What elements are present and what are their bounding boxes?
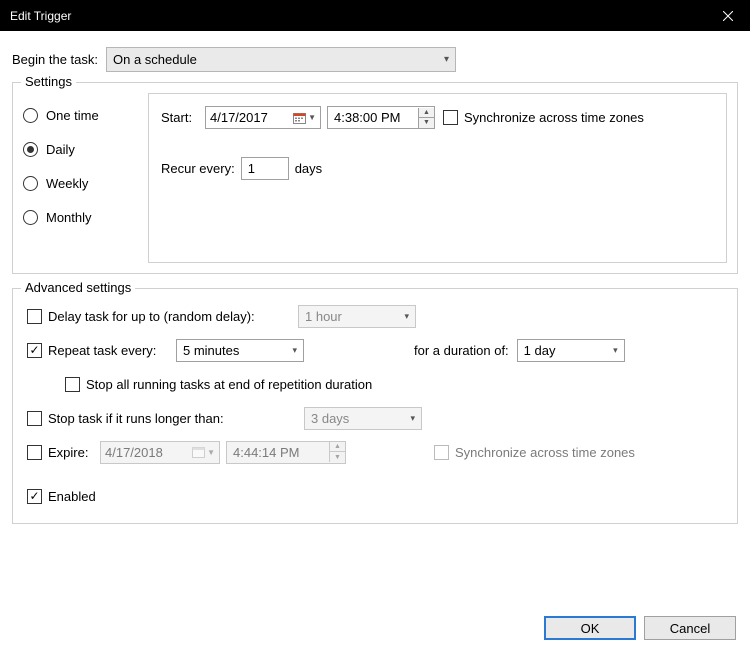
repeat-every-value: 5 minutes (183, 343, 239, 358)
radio-icon (23, 142, 38, 157)
duration-value: 1 day (524, 343, 556, 358)
begin-task-dropdown[interactable]: On a schedule ▾ (106, 47, 456, 72)
ok-button[interactable]: OK (544, 616, 636, 640)
advanced-fieldset: Advanced settings Delay task for up to (… (12, 288, 738, 524)
radio-monthly[interactable]: Monthly (23, 200, 148, 234)
enabled-checkbox[interactable] (27, 489, 42, 504)
expire-date-input: 4/17/2018 ▼ (100, 441, 220, 464)
delay-dropdown: 1 hour ▾ (298, 305, 416, 328)
start-time-value: 4:38:00 PM (334, 110, 401, 125)
radio-daily[interactable]: Daily (23, 132, 148, 166)
duration-dropdown[interactable]: 1 day ▾ (517, 339, 625, 362)
chevron-down-icon: ▾ (410, 413, 415, 424)
radio-label: Daily (46, 142, 75, 157)
expire-date-value: 4/17/2018 (105, 445, 163, 460)
calendar-icon (293, 112, 306, 124)
settings-fieldset: Settings One time Daily Weekly Monthly (12, 82, 738, 274)
radio-icon (23, 108, 38, 123)
close-icon (723, 11, 733, 21)
start-date-value: 4/17/2017 (210, 110, 268, 125)
expire-time-input: 4:44:14 PM ▲ ▼ (226, 441, 346, 464)
settings-legend: Settings (21, 74, 76, 89)
expire-time-value: 4:44:14 PM (233, 445, 300, 460)
window-title: Edit Trigger (10, 9, 705, 23)
radio-label: Monthly (46, 210, 92, 225)
spinner-up-icon[interactable]: ▲ (419, 108, 434, 118)
repeat-every-dropdown[interactable]: 5 minutes ▾ (176, 339, 304, 362)
chevron-down-icon: ▾ (613, 345, 618, 356)
radio-one-time[interactable]: One time (23, 98, 148, 132)
recur-unit: days (295, 161, 322, 176)
start-time-input[interactable]: 4:38:00 PM ▲ ▼ (327, 106, 435, 129)
recur-input[interactable]: 1 (241, 157, 289, 180)
stop-all-label: Stop all running tasks at end of repetit… (86, 377, 372, 392)
recur-label: Recur every: (161, 161, 235, 176)
spinner-up-icon: ▲ (330, 442, 345, 452)
stop-long-dropdown: 3 days ▾ (304, 407, 422, 430)
delay-label: Delay task for up to (random delay): (48, 309, 298, 324)
delay-value: 1 hour (305, 309, 342, 324)
chevron-down-icon: ▾ (444, 54, 449, 65)
radio-icon (23, 176, 38, 191)
repeat-label: Repeat task every: (48, 343, 176, 358)
close-button[interactable] (705, 0, 750, 31)
chevron-down-icon: ▼ (207, 448, 215, 457)
duration-label: for a duration of: (414, 343, 509, 358)
spinner-down-icon[interactable]: ▼ (419, 118, 434, 128)
stop-long-label: Stop task if it runs longer than: (48, 411, 304, 426)
expire-sync-label: Synchronize across time zones (455, 445, 635, 460)
schedule-panel: Start: 4/17/2017 ▼ 4:38:00 PM ▲ ▼ (148, 93, 727, 263)
delay-checkbox[interactable] (27, 309, 42, 324)
start-label: Start: (161, 110, 205, 125)
expire-label: Expire: (48, 445, 100, 460)
start-date-input[interactable]: 4/17/2017 ▼ (205, 106, 321, 129)
cancel-button[interactable]: Cancel (644, 616, 736, 640)
time-spinner: ▲ ▼ (329, 442, 345, 462)
title-bar: Edit Trigger (0, 0, 750, 31)
radio-label: Weekly (46, 176, 88, 191)
expire-checkbox[interactable] (27, 445, 42, 460)
sync-tz-label: Synchronize across time zones (464, 110, 644, 125)
stop-long-value: 3 days (311, 411, 349, 426)
spinner-down-icon: ▼ (330, 452, 345, 462)
advanced-legend: Advanced settings (21, 280, 135, 295)
stop-all-checkbox[interactable] (65, 377, 80, 392)
stop-long-checkbox[interactable] (27, 411, 42, 426)
begin-task-label: Begin the task: (12, 52, 98, 67)
chevron-down-icon: ▾ (292, 345, 297, 356)
time-spinner[interactable]: ▲ ▼ (418, 108, 434, 128)
radio-weekly[interactable]: Weekly (23, 166, 148, 200)
calendar-icon (192, 446, 205, 458)
chevron-down-icon: ▾ (404, 311, 409, 322)
expire-sync-checkbox (434, 445, 449, 460)
repeat-checkbox[interactable] (27, 343, 42, 358)
radio-label: One time (46, 108, 99, 123)
radio-icon (23, 210, 38, 225)
chevron-down-icon: ▼ (308, 113, 316, 122)
begin-task-value: On a schedule (113, 52, 197, 67)
enabled-label: Enabled (48, 489, 96, 504)
sync-tz-checkbox[interactable] (443, 110, 458, 125)
